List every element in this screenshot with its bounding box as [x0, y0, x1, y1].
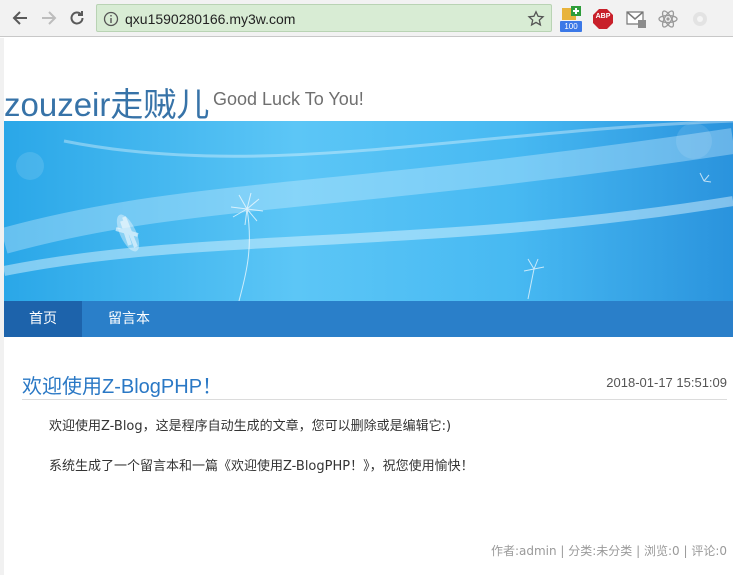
adblock-label: ABP — [595, 13, 611, 20]
forward-icon[interactable] — [37, 6, 61, 30]
post-title[interactable]: 欢迎使用Z-BlogPHP！ — [22, 370, 222, 399]
info-icon[interactable] — [103, 11, 119, 27]
extension-badge: 100 — [560, 21, 582, 32]
browser-toolbar: qxu1590280166.my3w.com 100 ABP — [0, 0, 733, 37]
adblock-icon[interactable]: ABP — [592, 8, 614, 30]
reload-icon[interactable] — [65, 6, 89, 30]
nav-item-guestbook[interactable]: 留言本 — [90, 301, 168, 337]
site-title[interactable]: zouzeir走贼儿 — [4, 78, 209, 126]
mail-icon[interactable] — [625, 8, 647, 30]
post-meta: 作者:admin | 分类:未分类 | 浏览:0 | 评论:0 — [490, 544, 727, 558]
post-date: 2018-01-17 15:51:09 — [606, 375, 727, 390]
main-nav: 首页 留言本 — [4, 301, 733, 337]
react-devtools-icon[interactable] — [657, 8, 679, 30]
post-paragraph: 欢迎使用Z-Blog，这是程序自动生成的文章，您可以删除或是编辑它:) — [49, 419, 452, 434]
address-bar[interactable]: qxu1590280166.my3w.com — [96, 4, 552, 32]
gear-extension-icon[interactable] — [689, 8, 711, 30]
post-paragraph: 系统生成了一个留言本和一篇《欢迎使用Z-BlogPHP！》，祝您使用愉快！ — [49, 459, 474, 474]
dandelion-banner-art — [4, 121, 733, 301]
bookmark-star-icon[interactable] — [527, 10, 545, 28]
back-icon[interactable] — [8, 6, 32, 30]
site-subtitle: Good Luck To You! — [213, 89, 364, 109]
url-text: qxu1590280166.my3w.com — [125, 11, 296, 27]
post-divider — [22, 399, 727, 400]
site-header: zouzeir走贼儿 Good Luck To You! — [4, 38, 733, 123]
header-banner-image — [4, 121, 733, 301]
nav-item-home[interactable]: 首页 — [4, 301, 82, 337]
